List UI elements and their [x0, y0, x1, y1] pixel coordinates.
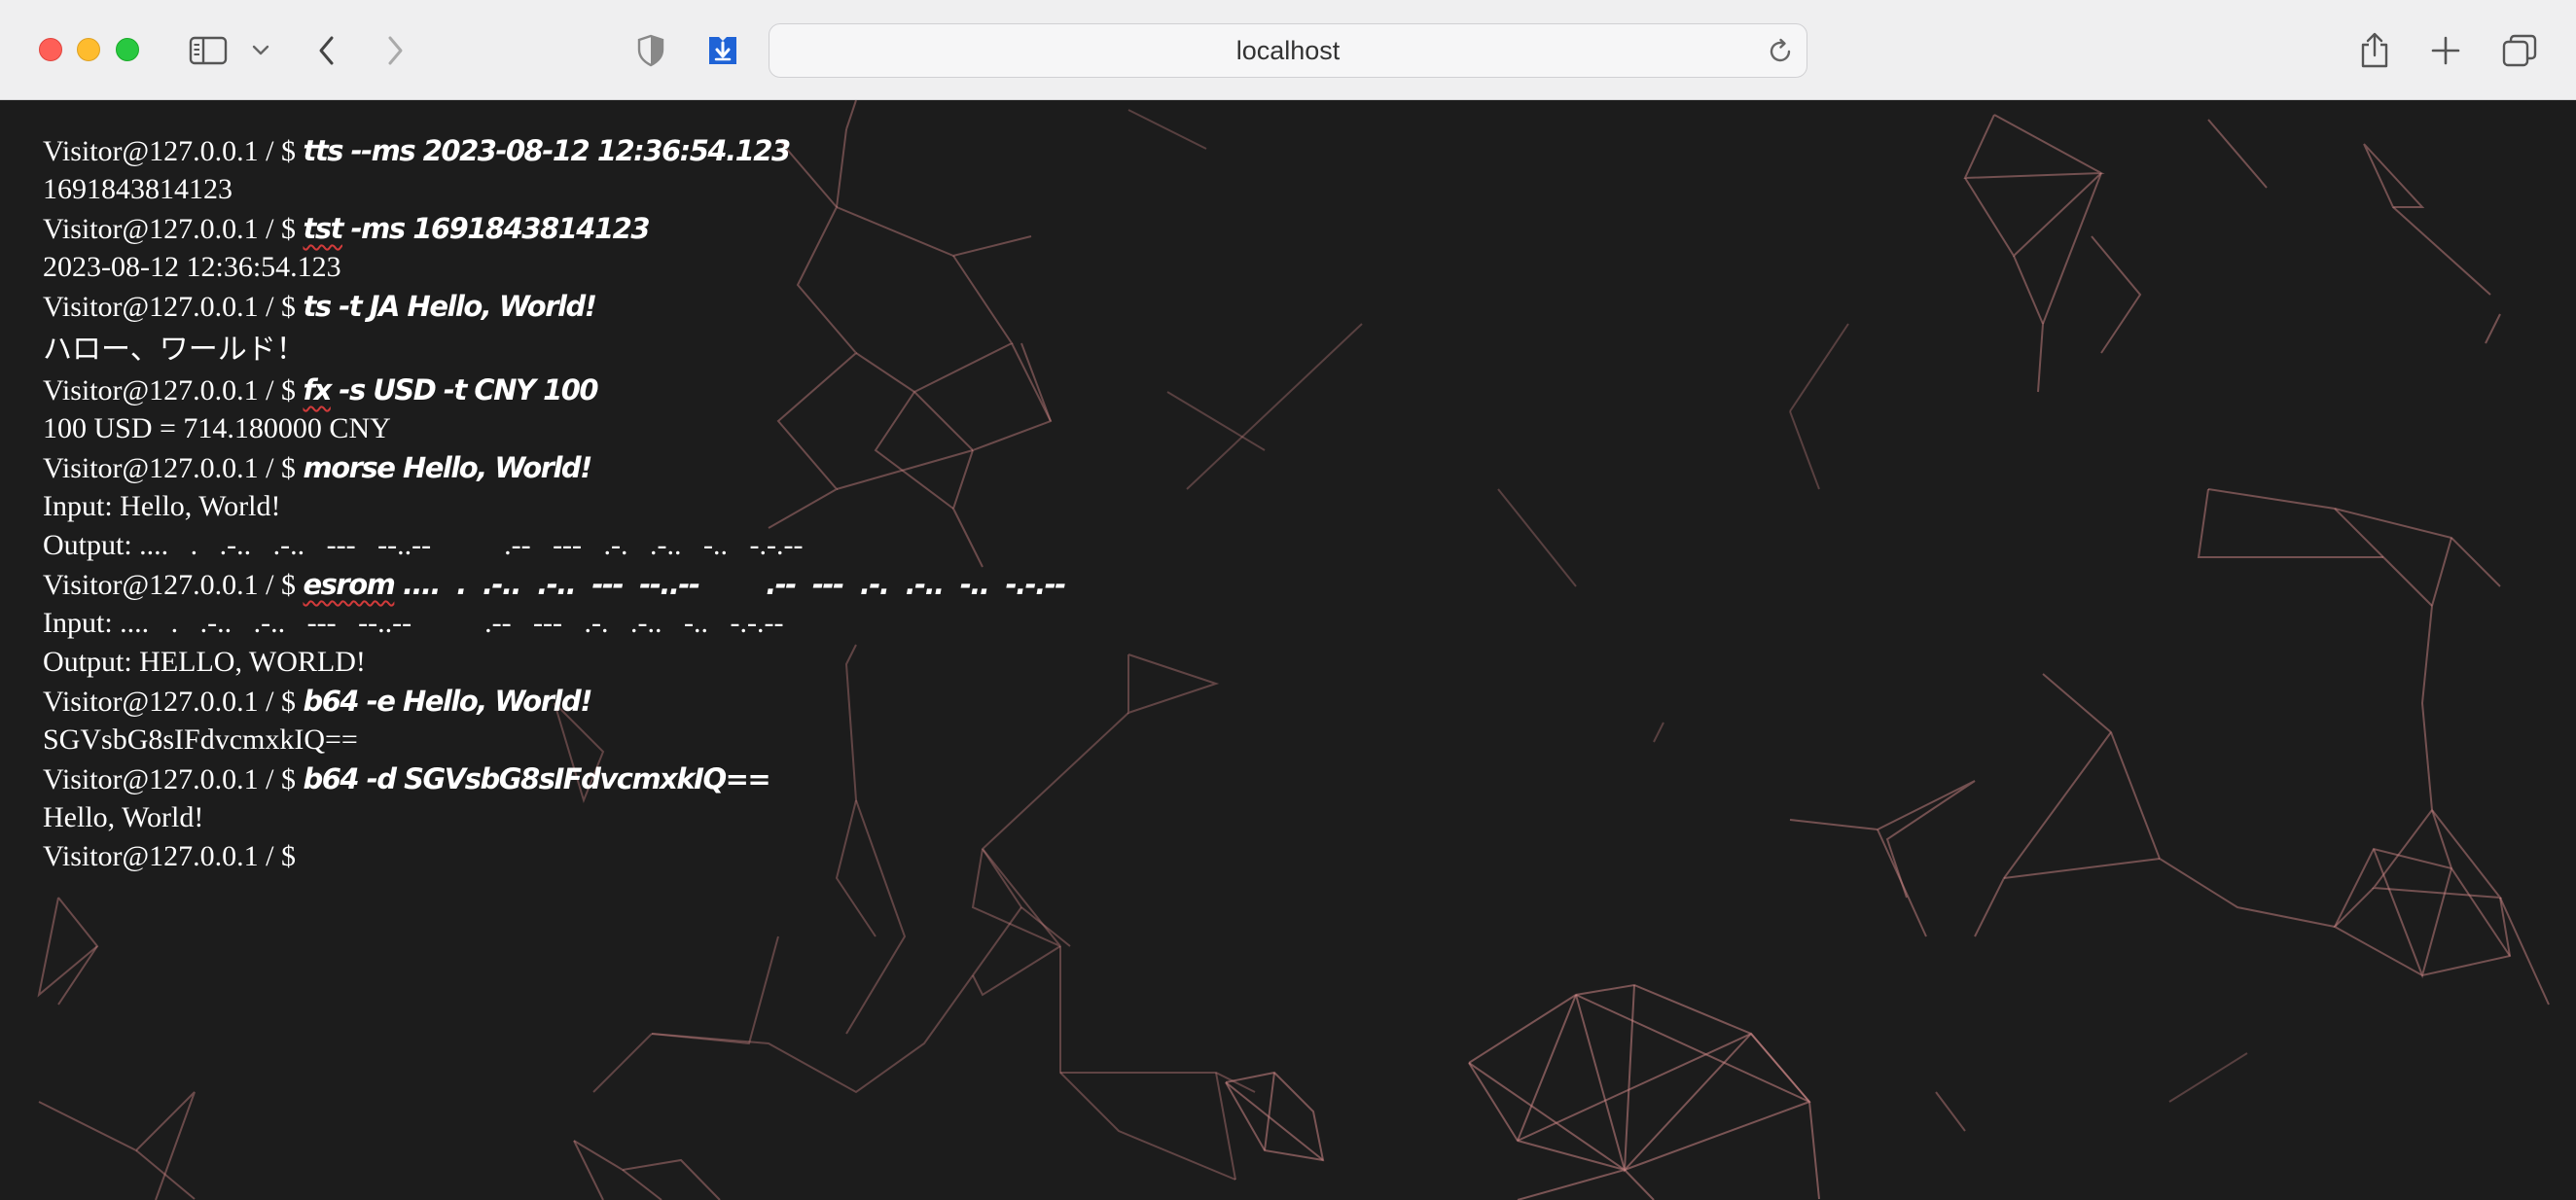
terminal-line-command: Visitor@127.0.0.1 / $ morse Hello, World… — [43, 448, 2533, 487]
terminal-command-args: -s USD -t CNY 100 — [330, 373, 598, 406]
terminal-line-command: Visitor@127.0.0.1 / $ b64 -d SGVsbG8sIFd… — [43, 759, 2533, 798]
terminal-line-command: Visitor@127.0.0.1 / $ ts -t JA Hello, Wo… — [43, 287, 2533, 326]
terminal-line-command: Visitor@127.0.0.1 / $ b64 -e Hello, Worl… — [43, 682, 2533, 721]
terminal-line-output: 1691843814123 — [43, 173, 233, 205]
tab-overview-button[interactable] — [2492, 23, 2547, 78]
extension-button[interactable] — [696, 23, 750, 78]
privacy-report-button[interactable] — [624, 23, 678, 78]
terminal-command: b64 -d SGVsbG8sIFdvcmxkIQ== — [303, 762, 771, 795]
terminal-prompt: Visitor@127.0.0.1 / $ — [43, 213, 296, 245]
terminal-line-output: ハロー、ワールド！ — [43, 334, 305, 366]
terminal-line-output: 2023-08-12 12:36:54.123 — [43, 251, 341, 283]
terminal-command: ts -t JA Hello, World! — [303, 290, 597, 323]
address-bar[interactable]: localhost — [769, 23, 1807, 78]
terminal-command-args: -ms 1691843814123 — [342, 212, 651, 245]
terminal-prompt: Visitor@127.0.0.1 / $ — [43, 291, 296, 323]
tab-overview-icon — [2502, 34, 2537, 67]
forward-button[interactable] — [368, 23, 422, 78]
terminal-line-output: Output: HELLO, WORLD! — [43, 646, 366, 678]
terminal-line-command: Visitor@127.0.0.1 / $ tts --ms 2023-08-1… — [43, 131, 2533, 170]
chevron-left-icon — [319, 36, 334, 65]
terminal-line-output: SGVsbG8sIFdvcmxkIQ== — [43, 724, 358, 756]
terminal-command-name: fx — [303, 373, 333, 406]
minimize-window-button[interactable] — [77, 38, 100, 61]
terminal-prompt: Visitor@127.0.0.1 / $ — [43, 840, 296, 872]
terminal-line-output: Input: .... . .-.. .-.. --- --..-- .-- -… — [43, 607, 784, 639]
terminal-line-output: 100 USD = 714.180000 CNY — [43, 412, 391, 444]
terminal-line-command: Visitor@127.0.0.1 / $ tst -ms 1691843814… — [43, 209, 2533, 248]
terminal-command: tts --ms 2023-08-12 12:36:54.123 — [303, 134, 792, 167]
terminal-line-output: Hello, World! — [43, 801, 204, 833]
terminal-prompt: Visitor@127.0.0.1 / $ — [43, 569, 296, 601]
shield-icon — [637, 34, 664, 67]
terminal-line-command: Visitor@127.0.0.1 / $ esrom .... . .-.. … — [43, 565, 2533, 604]
terminal-prompt: Visitor@127.0.0.1 / $ — [43, 135, 296, 167]
sidebar-toggle-button[interactable] — [181, 23, 235, 78]
terminal-prompt: Visitor@127.0.0.1 / $ — [43, 686, 296, 718]
new-tab-button[interactable] — [2418, 23, 2473, 78]
terminal-line-command: Visitor@127.0.0.1 / $ fx -s USD -t CNY 1… — [43, 371, 2533, 409]
page-content: Visitor@127.0.0.1 / $ tts --ms 2023-08-1… — [0, 100, 2576, 1200]
chevron-right-icon — [388, 36, 403, 65]
terminal-command-name: tst — [303, 212, 344, 245]
chevron-down-icon — [252, 45, 269, 55]
terminal-prompt: Visitor@127.0.0.1 / $ — [43, 374, 296, 406]
terminal-command: b64 -e Hello, World! — [303, 685, 593, 718]
terminal-line-output: Input: Hello, World! — [43, 490, 281, 522]
share-icon — [2361, 32, 2388, 68]
browser-toolbar: localhost — [0, 0, 2576, 100]
browser-window: localhost Visitor@127.0.0.1 / $ tts --ms… — [0, 0, 2576, 1200]
terminal-output: Visitor@127.0.0.1 / $ tts --ms 2023-08-1… — [43, 131, 2533, 876]
terminal-line-output: Output: .... . .-.. .-.. --- --..-- .-- … — [43, 529, 804, 561]
address-bar-url[interactable]: localhost — [769, 24, 1807, 77]
terminal-command: morse Hello, World! — [303, 451, 593, 484]
terminal-command-args: .... . .-.. .-.. --- --..-- .-- --- .-. … — [394, 568, 1066, 601]
close-window-button[interactable] — [39, 38, 62, 61]
sidebar-icon — [189, 36, 228, 65]
back-button[interactable] — [300, 23, 354, 78]
reload-icon[interactable] — [1766, 37, 1795, 66]
zoom-window-button[interactable] — [116, 38, 139, 61]
sidebar-menu-button[interactable] — [233, 23, 288, 78]
terminal-prompt: Visitor@127.0.0.1 / $ — [43, 763, 296, 795]
download-extension-icon — [709, 37, 736, 64]
terminal-input-line[interactable]: Visitor@127.0.0.1 / $ — [43, 837, 2533, 876]
terminal-prompt: Visitor@127.0.0.1 / $ — [43, 452, 296, 484]
share-button[interactable] — [2347, 23, 2402, 78]
plus-icon — [2431, 36, 2460, 65]
terminal-command-name: esrom — [303, 568, 396, 601]
